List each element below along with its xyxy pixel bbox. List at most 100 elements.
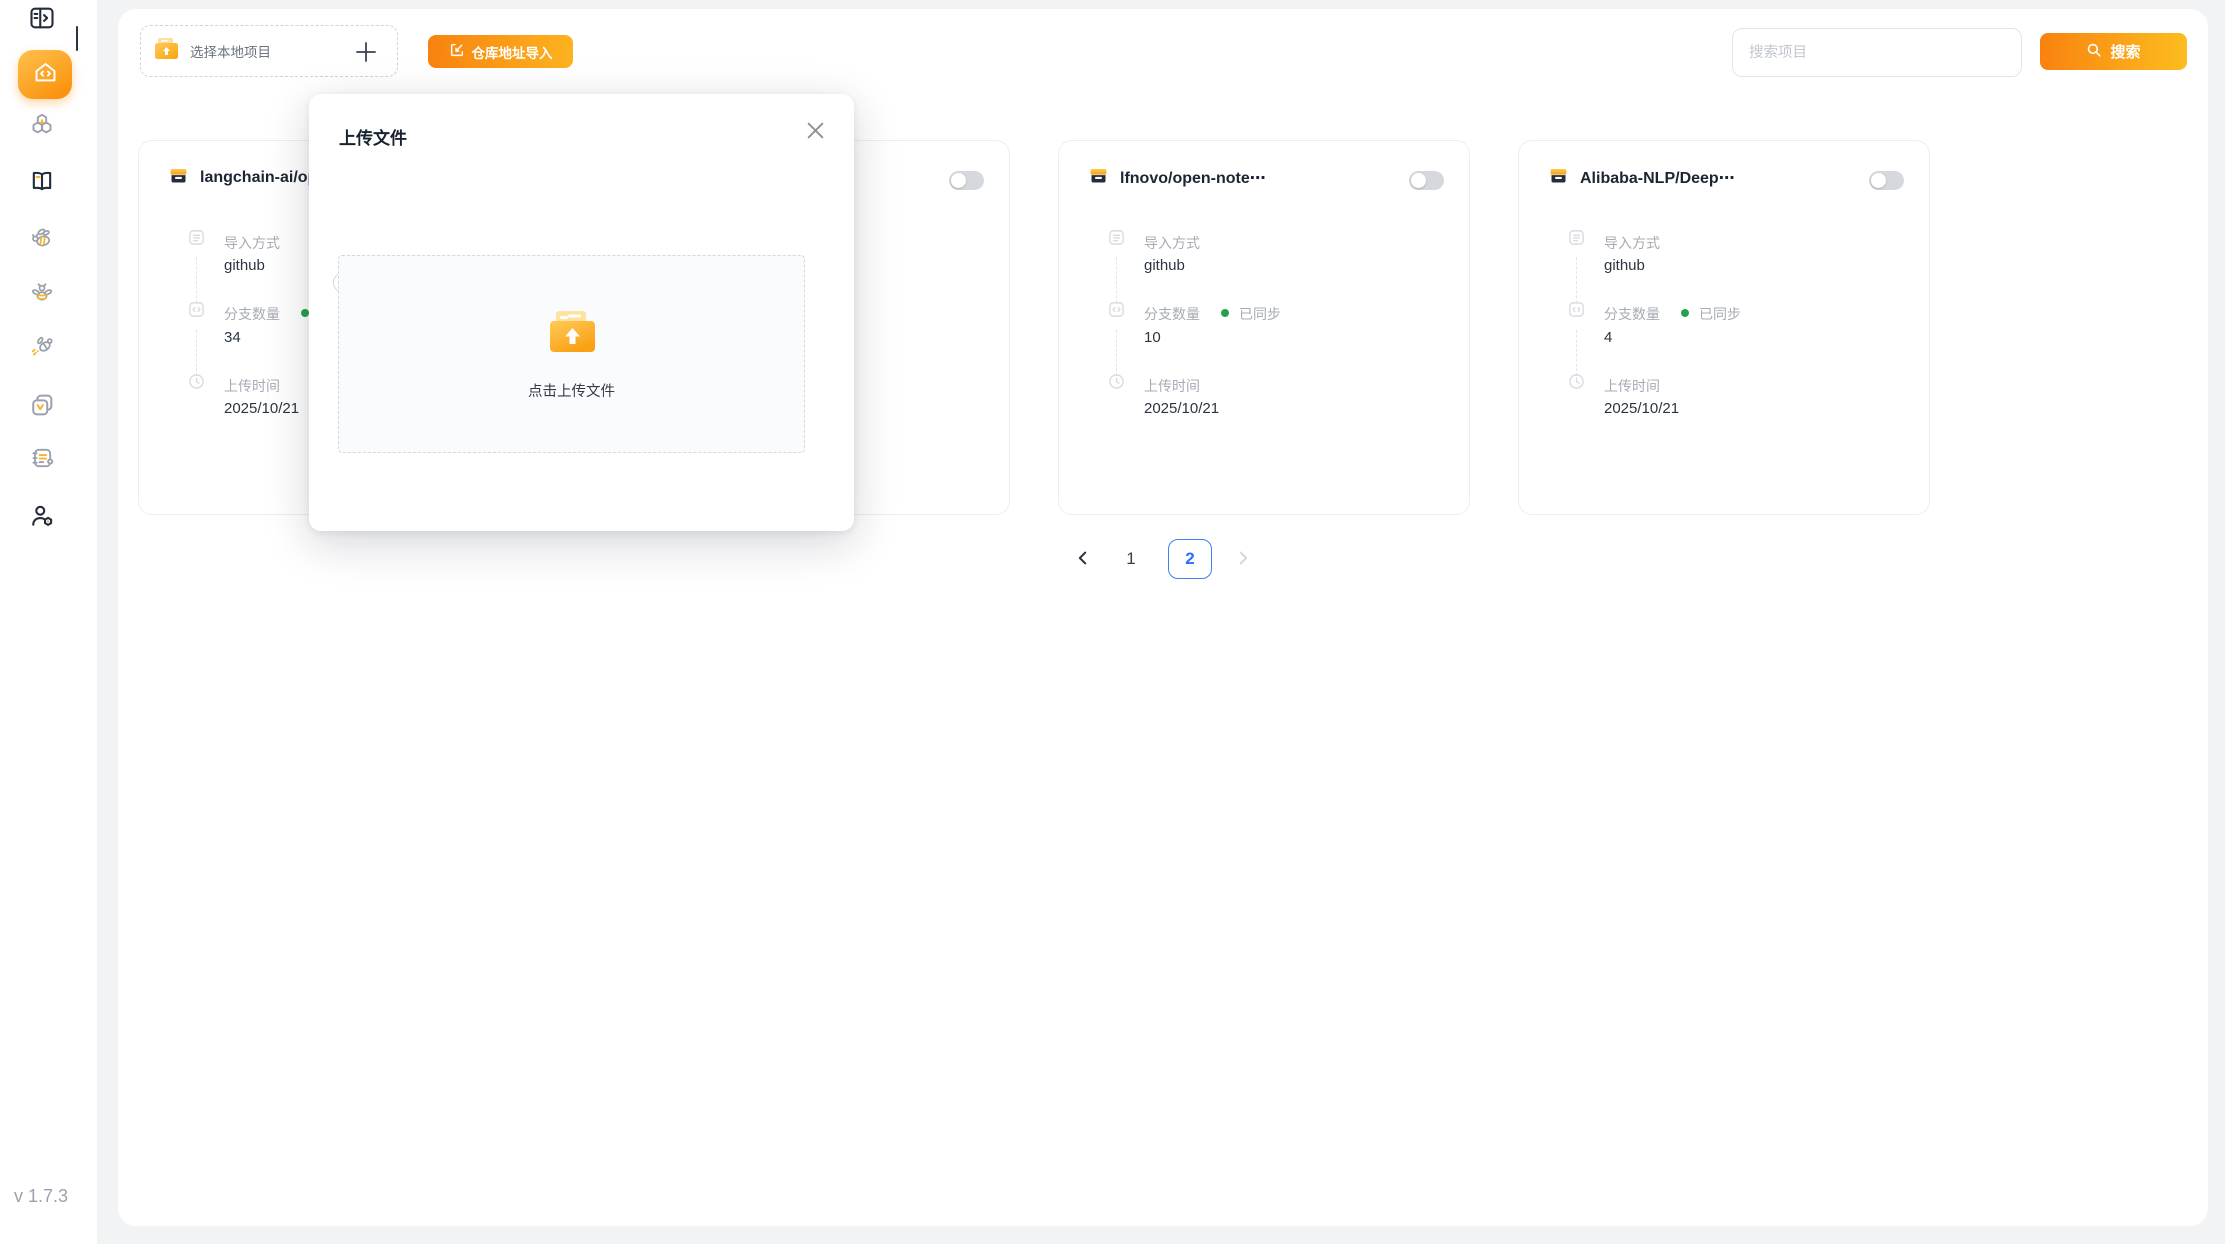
field-label: 上传时间 (224, 376, 280, 396)
document-icon (188, 229, 205, 246)
cards-v-icon (28, 391, 56, 424)
sidebar-item-docs[interactable] (28, 169, 56, 197)
book-icon (28, 167, 56, 200)
code-icon (1108, 301, 1125, 318)
project-card-title: langchain-ai/op (200, 169, 317, 187)
search-icon (2086, 42, 2102, 62)
upload-dropzone[interactable]: 点击上传文件 (338, 255, 805, 453)
archive-box-icon (1548, 165, 1569, 191)
sidebar: v 1.7.3 (0, 0, 97, 1244)
archive-box-icon (168, 165, 189, 191)
panel-toggle-icon (28, 4, 56, 37)
notebook-list-icon (28, 444, 56, 477)
modal-title: 上传文件 (339, 124, 407, 149)
pagination-page-2[interactable]: 2 (1168, 539, 1212, 579)
document-icon (1568, 229, 1585, 246)
chevron-left-icon (1074, 549, 1092, 570)
code-icon (1568, 301, 1585, 318)
field-label: 上传时间 (1144, 376, 1200, 396)
upload-hint-text: 点击上传文件 (339, 380, 804, 401)
field-value: 10 (1144, 329, 1161, 346)
pagination-page-1[interactable]: 1 (1114, 539, 1148, 579)
sidebar-item-hive[interactable] (28, 113, 56, 141)
timeline-connector (196, 257, 197, 303)
repo-url-import-label: 仓库地址导入 (472, 42, 553, 62)
sync-status-dot (1681, 309, 1689, 317)
code-icon (188, 301, 205, 318)
field-value: 4 (1604, 329, 1612, 346)
field-label: 分支数量 (224, 304, 280, 324)
field-label: 导入方式 (224, 233, 280, 253)
folder-upload-icon (153, 36, 180, 66)
upload-folder-icon (546, 308, 599, 361)
archive-box-icon (1088, 165, 1109, 191)
field-value: 34 (224, 329, 241, 346)
project-card-title: Alibaba-NLP/Deep⋯ (1580, 168, 1735, 188)
repo-url-import-button[interactable]: 仓库地址导入 (428, 35, 573, 68)
select-local-project-label: 选择本地项目 (190, 41, 271, 61)
field-label: 导入方式 (1604, 233, 1660, 253)
select-local-project-button[interactable]: 选择本地项目 (140, 25, 398, 77)
app-version: v 1.7.3 (14, 1186, 68, 1207)
project-card-title: lfnovo/open-note⋯ (1120, 168, 1266, 188)
upload-file-modal: 上传文件 文件夹ZIP压缩包 点击上传文件 (309, 94, 854, 531)
user-gear-icon (28, 502, 56, 535)
project-toggle[interactable] (949, 171, 984, 190)
toggle-knob (951, 173, 966, 188)
sync-status-text: 已同步 (1239, 304, 1281, 324)
project-toggle[interactable] (1869, 171, 1904, 190)
field-value: github (224, 257, 265, 274)
timeline-connector (1116, 330, 1117, 376)
sidebar-item-bee-front[interactable] (28, 281, 56, 309)
bee-side-icon (28, 224, 56, 257)
field-label: 上传时间 (1604, 376, 1660, 396)
toggle-knob (1871, 173, 1886, 188)
project-card-header: lfnovo/open-note⋯ (1088, 165, 1266, 191)
close-icon (805, 120, 826, 144)
hive-hexagons-icon (28, 111, 56, 144)
field-label: 分支数量 (1604, 304, 1660, 324)
toggle-knob (1411, 173, 1426, 188)
sync-status-dot (301, 309, 309, 317)
field-label: 分支数量 (1144, 304, 1200, 324)
timeline-connector (196, 330, 197, 376)
document-icon (1108, 229, 1125, 246)
field-value: github (1144, 257, 1185, 274)
project-card-header: langchain-ai/op (168, 165, 317, 191)
project-card[interactable]: lfnovo/open-note⋯ 导入方式 github 分支数量 10 已同步上传时… (1058, 140, 1470, 515)
clock-icon (1568, 373, 1585, 390)
search-button[interactable]: 搜索 (2040, 33, 2187, 70)
project-toggle[interactable] (1409, 171, 1444, 190)
pagination: 12 (118, 539, 2208, 579)
sidebar-item-bee-side[interactable] (28, 226, 56, 254)
sidebar-item-notes[interactable] (28, 446, 56, 474)
repo-import-icon (449, 42, 465, 61)
pagination-prev-button[interactable] (1072, 539, 1094, 579)
sidebar-divider (76, 26, 78, 51)
bee-flying-icon (28, 333, 56, 366)
project-card-header: Alibaba-NLP/Deep⋯ (1548, 165, 1735, 191)
home-code-icon (32, 59, 59, 91)
pagination-next-button[interactable] (1232, 539, 1254, 579)
plus-icon (353, 39, 379, 70)
sidebar-item-home[interactable] (18, 50, 72, 99)
bee-front-icon (28, 279, 56, 312)
field-value: 2025/10/21 (224, 400, 299, 417)
chevron-right-icon (1234, 549, 1252, 570)
clock-icon (1108, 373, 1125, 390)
timeline-connector (1576, 330, 1577, 376)
sidebar-item-toggle[interactable] (28, 6, 56, 34)
sync-status-text: 已同步 (1699, 304, 1741, 324)
clock-icon (188, 373, 205, 390)
modal-close-button[interactable] (801, 118, 829, 146)
timeline-connector (1116, 257, 1117, 303)
field-value: 2025/10/21 (1144, 400, 1219, 417)
project-card[interactable]: Alibaba-NLP/Deep⋯ 导入方式github分支数量4已同步上传时间… (1518, 140, 1930, 515)
sidebar-item-account[interactable] (28, 504, 56, 532)
timeline-connector (1576, 257, 1577, 303)
search-input[interactable] (1732, 28, 2022, 77)
sidebar-item-bee-flying[interactable] (28, 335, 56, 363)
sidebar-item-versions[interactable] (28, 393, 56, 421)
search-button-label: 搜索 (2110, 41, 2140, 62)
field-label: 导入方式 (1144, 233, 1200, 253)
